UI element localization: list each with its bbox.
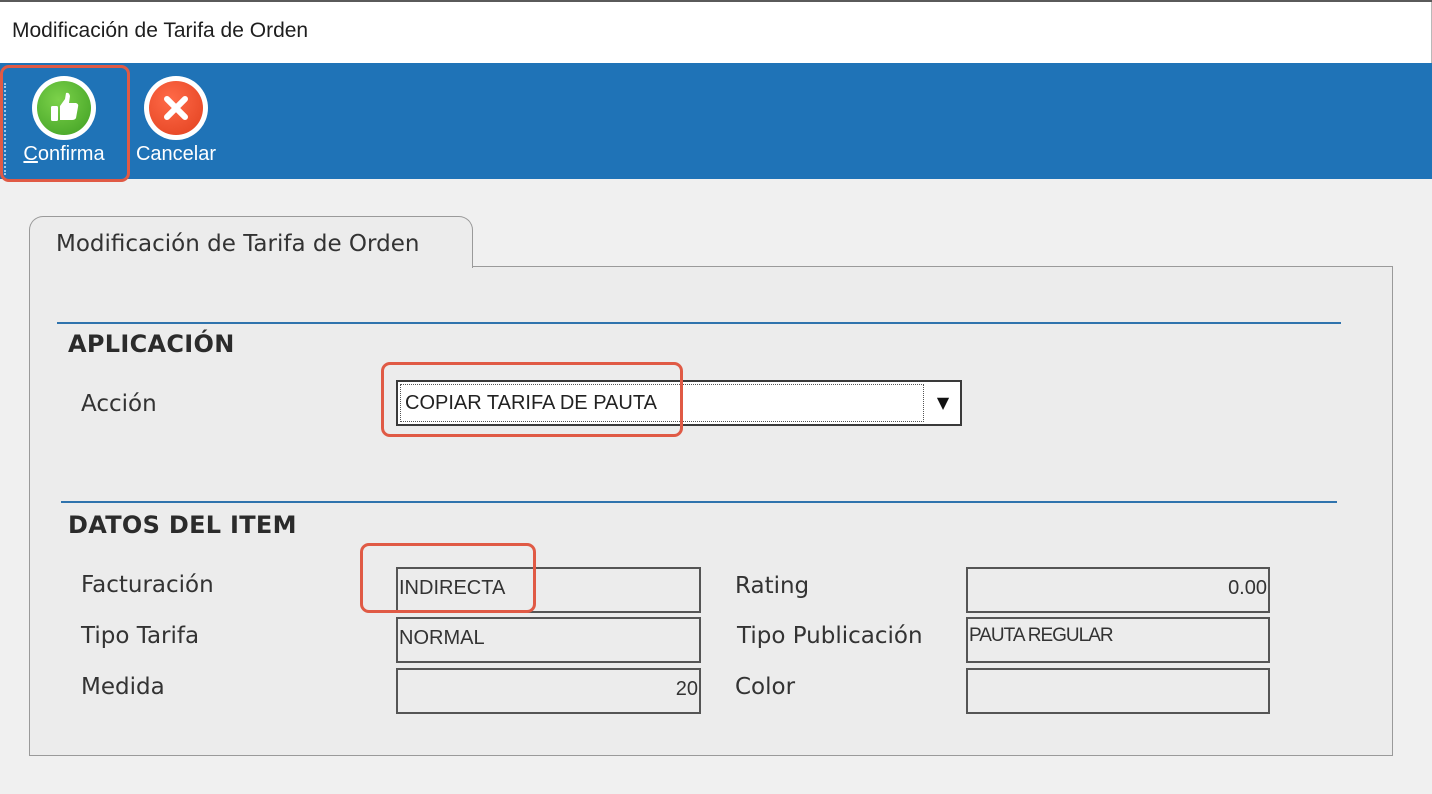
- tab-label: Modificación de Tarifa de Orden: [56, 231, 420, 257]
- color-label: Color: [735, 674, 796, 700]
- tipo-tarifa-field: NORMAL: [396, 617, 701, 663]
- accion-select-value: COPIAR TARIFA DE PAUTA: [400, 384, 924, 422]
- tipo-tarifa-label: Tipo Tarifa: [81, 623, 200, 649]
- confirm-label-mnemonic: C: [23, 143, 38, 165]
- window-title: Modificación de Tarifa de Orden: [12, 19, 309, 42]
- toolbar: Confirma Cancelar: [0, 63, 1432, 179]
- color-field: [966, 668, 1270, 714]
- accion-label: Acción: [81, 391, 157, 417]
- tipo-publicacion-field: PAUTA REGULAR: [966, 617, 1270, 663]
- medida-field: 20: [396, 668, 701, 714]
- cancel-button[interactable]: Cancelar: [128, 63, 224, 179]
- section-divider-datos: [61, 501, 1337, 503]
- confirm-label-rest: onfirma: [37, 143, 105, 165]
- section-heading-aplicacion: APLICACIÓN: [68, 330, 235, 358]
- tab-modificacion-tarifa[interactable]: Modificación de Tarifa de Orden: [29, 216, 473, 268]
- cancel-label: Cancelar: [135, 143, 217, 165]
- confirm-label: Confirma: [3, 143, 125, 166]
- rating-label: Rating: [735, 573, 810, 599]
- confirm-button[interactable]: Confirma: [3, 63, 125, 179]
- section-divider-aplicacion: [57, 322, 1341, 324]
- close-icon: [144, 76, 208, 140]
- tipo-publicacion-label: Tipo Publicación: [737, 623, 923, 649]
- section-heading-datos: DATOS DEL ITEM: [68, 511, 297, 539]
- thumbs-up-icon: [32, 76, 96, 140]
- medida-label: Medida: [81, 674, 165, 700]
- title-bar: Modificación de Tarifa de Orden: [0, 2, 1432, 63]
- accion-select[interactable]: COPIAR TARIFA DE PAUTA ▼: [396, 380, 962, 426]
- chevron-down-icon[interactable]: ▼: [926, 382, 960, 424]
- facturacion-label: Facturación: [81, 572, 214, 598]
- rating-field: 0.00: [966, 567, 1270, 613]
- facturacion-field: INDIRECTA: [396, 567, 701, 613]
